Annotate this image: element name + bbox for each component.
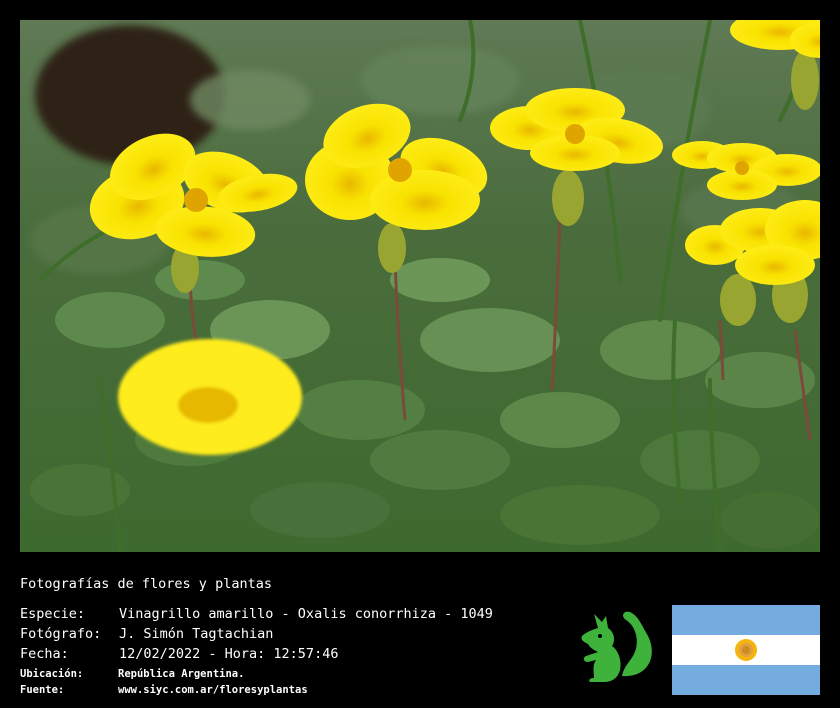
photographer-row: Fotógrafo: J. Simón Tagtachian <box>20 626 273 642</box>
page-header: Fotografías de flores y plantas <box>20 576 272 592</box>
date-label: Fecha: <box>20 646 69 662</box>
photographer-value: J. Simón Tagtachian <box>119 626 274 642</box>
flower-photo <box>20 20 820 552</box>
date-value: 12/02/2022 - Hora: 12:57:46 <box>119 646 339 662</box>
species-value: Vinagrillo amarillo - Oxalis conorrhiza … <box>119 606 493 622</box>
location-row: Ubicación: República Argentina. <box>20 668 244 680</box>
blurred-yellow-flower <box>118 339 302 455</box>
date-row: Fecha: 12/02/2022 - Hora: 12:57:46 <box>20 646 338 662</box>
source-row: Fuente: www.siyc.com.ar/floresyplantas <box>20 684 308 696</box>
photographer-label: Fotógrafo: <box>20 626 102 642</box>
location-label: Ubicación: <box>20 668 84 680</box>
species-label: Especie: <box>20 606 86 622</box>
green-squirrel-icon <box>578 606 658 686</box>
source-link[interactable]: www.siyc.com.ar/floresyplantas <box>118 684 308 696</box>
argentina-flag-icon <box>672 605 820 695</box>
species-row: Especie: Vinagrillo amarillo - Oxalis con… <box>20 606 493 622</box>
location-value: República Argentina. <box>118 668 245 680</box>
source-label: Fuente: <box>20 684 65 696</box>
